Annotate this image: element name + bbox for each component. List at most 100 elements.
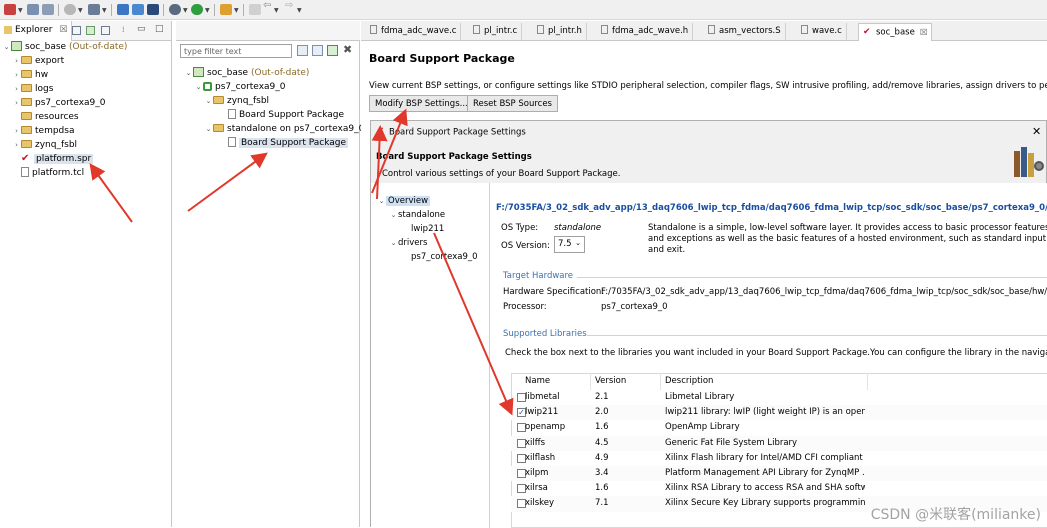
table-row[interactable]: libmetal2.1Libmetal Library	[511, 390, 1047, 405]
save-icon[interactable]	[27, 4, 39, 15]
bsp-navigator: ⌄Overview ⌄standalone lwip211 ⌄drivers p…	[371, 183, 490, 528]
delete-icon[interactable]: ✖	[343, 43, 352, 56]
library-description: OpenAmp Library	[665, 420, 865, 435]
tab-asm-vectors-s[interactable]: asm_vectors.S	[704, 23, 786, 41]
library-name: lwip211	[525, 405, 587, 420]
nav-overview[interactable]: ⌄Overview	[377, 196, 430, 206]
expand-arrow-icon[interactable]: ⌄	[377, 197, 386, 205]
tree-item-bsp-standalone[interactable]: Board Support Package	[228, 136, 348, 150]
collapsed-arrow-icon[interactable]: ›	[12, 54, 21, 68]
expand-arrow-icon[interactable]: ⌄	[204, 94, 213, 108]
view-menu-dots-icon[interactable]: ⁞	[122, 25, 125, 34]
collapsed-arrow-icon[interactable]: ›	[12, 68, 21, 82]
xsct-icon[interactable]	[132, 4, 144, 15]
tree-item-soc-base[interactable]: ⌄soc_base (Out-of-date)	[2, 40, 127, 54]
run-icon[interactable]	[191, 4, 203, 15]
tab-soc-base[interactable]: ✔soc_base☒	[858, 23, 932, 41]
view-menu-icon[interactable]	[101, 26, 110, 35]
close-icon[interactable]: ☒	[920, 28, 928, 38]
folder-icon	[21, 126, 32, 134]
minimize-icon[interactable]: ▭	[137, 24, 146, 34]
chevron-down-icon[interactable]: ▼	[183, 8, 188, 14]
expand-arrow-icon[interactable]: ⌄	[389, 211, 398, 219]
forward-icon[interactable]: ⇨	[285, 3, 293, 9]
nav-ps7-cortexa9-0[interactable]: ps7_cortexa9_0	[411, 252, 478, 262]
chevron-down-icon[interactable]: ▼	[297, 8, 302, 14]
program-fpga-icon[interactable]	[117, 4, 129, 15]
filter-input[interactable]: type filter text	[180, 44, 292, 58]
bsp-file-icon	[228, 137, 236, 147]
column-header-name[interactable]: Name	[521, 373, 591, 390]
expand-arrow-icon[interactable]: ⌄	[2, 40, 11, 54]
collapsed-arrow-icon[interactable]: ›	[12, 82, 21, 96]
chevron-down-icon[interactable]: ▼	[205, 8, 210, 14]
tree-item-tempdsa[interactable]: ›tempdsa	[12, 124, 74, 138]
table-row[interactable]: openamp1.6OpenAmp Library	[511, 420, 1047, 435]
tab-wave-c[interactable]: wave.c	[797, 23, 847, 41]
table-row[interactable]: xilflash4.9Xilinx Flash library for Inte…	[511, 451, 1047, 466]
collapsed-arrow-icon[interactable]: ›	[12, 138, 21, 152]
new-file-icon[interactable]	[4, 4, 16, 15]
hammer-icon[interactable]	[88, 4, 100, 15]
tree-item-bsp-fsbl[interactable]: Board Support Package	[228, 108, 344, 122]
expand-arrow-icon[interactable]: ⌄	[184, 66, 193, 80]
library-version: 4.9	[595, 451, 657, 466]
tree-item-ps7-cortexa9-0[interactable]: ›ps7_cortexa9_0	[12, 96, 105, 110]
chevron-down-icon[interactable]: ▼	[234, 8, 239, 14]
tree-item-zynq-fsbl[interactable]: ›zynq_fsbl	[12, 138, 77, 152]
xilinx-platform-icon: ✔	[863, 27, 873, 37]
tree-item-resources[interactable]: resources	[21, 110, 79, 124]
next-annotation-icon[interactable]	[249, 4, 261, 15]
nav-lwip211[interactable]: lwip211	[411, 224, 444, 234]
save-all-icon[interactable]	[42, 4, 54, 15]
link-editor-icon[interactable]	[86, 26, 95, 35]
chevron-down-icon[interactable]: ▼	[102, 8, 107, 14]
chevron-down-icon[interactable]: ▼	[18, 8, 23, 14]
table-row[interactable]: xilffs4.5Generic Fat File System Library	[511, 436, 1047, 451]
close-icon[interactable]: ☒	[59, 25, 67, 35]
column-header-description[interactable]: Description	[661, 373, 868, 390]
tree-item-soc-base[interactable]: ⌄soc_base (Out-of-date)	[184, 66, 309, 80]
column-header-version[interactable]: Version	[591, 373, 661, 390]
maximize-icon[interactable]: □	[155, 24, 164, 34]
libraries-hint: Check the box next to the libraries you …	[505, 348, 1047, 358]
expand-arrow-icon[interactable]: ⌄	[204, 122, 213, 136]
chevron-down-icon[interactable]: ▼	[274, 8, 279, 14]
os-version-select[interactable]: 7.5⌄	[554, 236, 585, 253]
back-icon[interactable]: ⇦	[263, 3, 271, 9]
tree-item-ps7-cortexa9-0[interactable]: ⌄ps7_cortexa9_0	[194, 80, 285, 94]
tree-item-logs[interactable]: ›logs	[12, 82, 53, 96]
tree-item-export[interactable]: ›export	[12, 54, 64, 68]
table-row[interactable]: ✓lwip2112.0lwip211 library: lwIP (light …	[511, 405, 1047, 420]
collapse-all-icon[interactable]	[297, 45, 308, 56]
tab-fdma-adc-wave-h[interactable]: fdma_adc_wave.h	[597, 23, 693, 41]
modify-bsp-settings-button[interactable]: Modify BSP Settings...	[369, 95, 474, 112]
pin-icon[interactable]	[220, 4, 232, 15]
tree-item-zynq-fsbl[interactable]: ⌄zynq_fsbl	[204, 94, 269, 108]
chevron-down-icon[interactable]: ▼	[78, 8, 83, 14]
debug-icon[interactable]	[169, 4, 181, 15]
close-icon[interactable]: ✕	[1032, 125, 1041, 138]
terminal-icon[interactable]	[147, 4, 159, 15]
tree-item-platform-tcl[interactable]: platform.tcl	[21, 166, 84, 180]
expand-arrow-icon[interactable]: ⌄	[389, 239, 398, 247]
collapsed-arrow-icon[interactable]: ›	[12, 96, 21, 110]
table-row[interactable]: xilpm3.4Platform Management API Library …	[511, 466, 1047, 481]
tree-item-standalone[interactable]: ⌄standalone on ps7_cortexa9_0	[204, 122, 364, 136]
explorer-tab[interactable]: Explorer ☒	[0, 21, 72, 41]
nav-drivers[interactable]: ⌄drivers	[389, 238, 427, 248]
tree-item-hw[interactable]: ›hw	[12, 68, 48, 82]
table-row[interactable]: xilrsa1.6Xilinx RSA Library to access RS…	[511, 481, 1047, 496]
tab-pl-intr-c[interactable]: pl_intr.c	[469, 23, 522, 41]
collapse-all-icon[interactable]	[72, 26, 81, 35]
reset-bsp-sources-button[interactable]: Reset BSP Sources	[467, 95, 558, 112]
nav-standalone[interactable]: ⌄standalone	[389, 210, 445, 220]
tab-fdma-adc-wave-c[interactable]: fdma_adc_wave.c	[366, 23, 461, 41]
tree-item-platform-spr[interactable]: ✔platform.spr	[21, 152, 93, 166]
expand-all-icon[interactable]	[312, 45, 323, 56]
expand-arrow-icon[interactable]: ⌄	[194, 80, 203, 94]
tab-pl-intr-h[interactable]: pl_intr.h	[533, 23, 587, 41]
collapsed-arrow-icon[interactable]: ›	[12, 124, 21, 138]
add-icon[interactable]	[327, 45, 338, 56]
build-icon[interactable]	[64, 4, 76, 15]
